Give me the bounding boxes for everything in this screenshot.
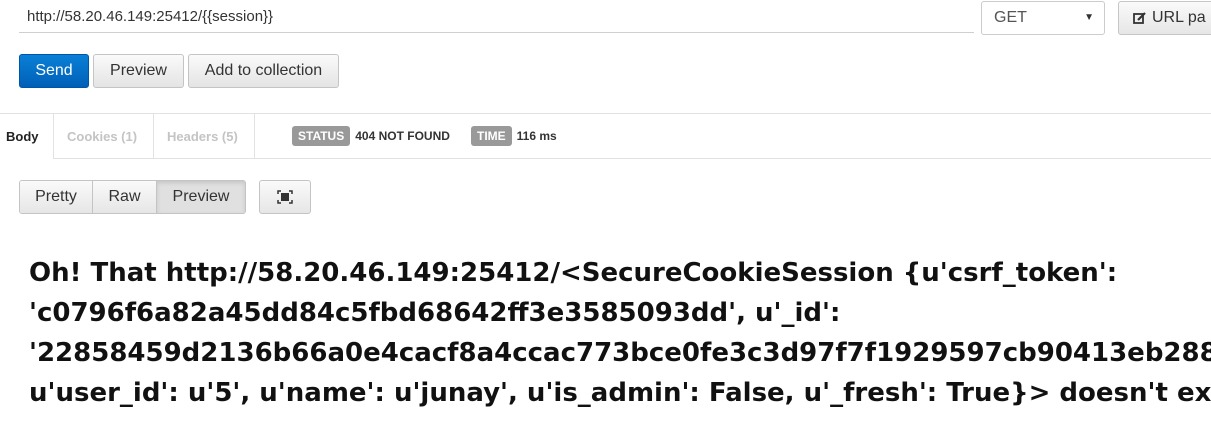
time-badge: TIME	[471, 126, 512, 146]
url-input[interactable]	[19, 1, 974, 33]
tab-headers[interactable]: Headers (5)	[154, 114, 255, 158]
view-preview-button[interactable]: Preview	[157, 181, 245, 213]
method-value: GET	[994, 9, 1027, 26]
time-value: 116 ms	[516, 129, 557, 143]
view-mode-group: Pretty Raw Preview	[19, 180, 246, 214]
expand-button[interactable]	[259, 180, 311, 214]
url-params-label: URL pa	[1152, 9, 1206, 26]
status-value: 404 NOT FOUND	[355, 129, 450, 143]
status-badge: STATUS	[292, 126, 351, 146]
response-line: '22858459d2136b66a0e4cacf8a4ccac773bce0f…	[29, 338, 1211, 368]
view-raw-button[interactable]: Raw	[93, 181, 157, 213]
time-indicator: TIME 116 ms	[471, 126, 557, 146]
status-indicator: STATUS 404 NOT FOUND	[292, 126, 450, 146]
add-to-collection-button[interactable]: Add to collection	[188, 54, 339, 88]
tab-body[interactable]: Body	[0, 114, 54, 159]
response-tabs-bar: Body Cookies (1) Headers (5) STATUS 404 …	[0, 113, 1211, 159]
url-params-button[interactable]: URL pa	[1118, 1, 1211, 35]
expand-icon	[277, 190, 293, 204]
response-line: Oh! That http://58.20.46.149:25412/<Secu…	[29, 258, 1118, 288]
send-button[interactable]: Send	[19, 54, 89, 88]
response-preview-body: Oh! That http://58.20.46.149:25412/<Secu…	[29, 253, 1211, 413]
preview-button[interactable]: Preview	[93, 54, 184, 88]
response-line: 'c0796f6a82a45dd84c5fbd68642ff3e3585093d…	[29, 298, 841, 328]
view-pretty-button[interactable]: Pretty	[20, 181, 93, 213]
method-select[interactable]: GET ▼	[981, 1, 1105, 35]
edit-icon	[1133, 12, 1146, 24]
tab-cookies[interactable]: Cookies (1)	[54, 114, 154, 158]
caret-down-icon: ▼	[1084, 12, 1094, 23]
response-line: u'user_id': u'5', u'name': u'junay', u'i…	[29, 378, 1211, 408]
